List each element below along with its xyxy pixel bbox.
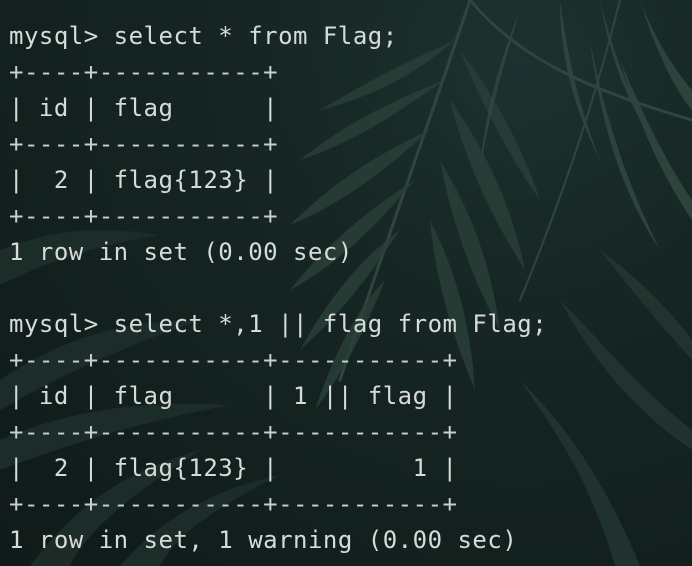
table-border: +----+-----------+-----------+ — [9, 346, 458, 374]
terminal-window[interactable]: mysql> select * from Flag; +----+-------… — [0, 0, 692, 566]
terminal-output: mysql> select * from Flag; +----+-------… — [9, 18, 547, 558]
command-line-1: mysql> select * from Flag; — [9, 22, 398, 50]
table-border: +----+-----------+-----------+ — [9, 490, 458, 518]
result-status: 1 row in set (0.00 sec) — [9, 238, 353, 266]
table-border: +----+-----------+-----------+ — [9, 418, 458, 446]
table-data-row: | 2 | flag{123} | — [9, 166, 279, 194]
table-border: +----+-----------+ — [9, 202, 279, 230]
command-line-2: mysql> select *,1 || flag from Flag; — [9, 310, 548, 338]
result-status: 1 row in set, 1 warning (0.00 sec) — [9, 526, 518, 554]
table-header-row: | id | flag | 1 || flag | — [9, 382, 458, 410]
table-header-row: | id | flag | — [9, 94, 279, 122]
table-data-row: | 2 | flag{123} | 1 | — [9, 454, 458, 482]
table-border: +----+-----------+ — [9, 130, 279, 158]
table-border: +----+-----------+ — [9, 58, 279, 86]
